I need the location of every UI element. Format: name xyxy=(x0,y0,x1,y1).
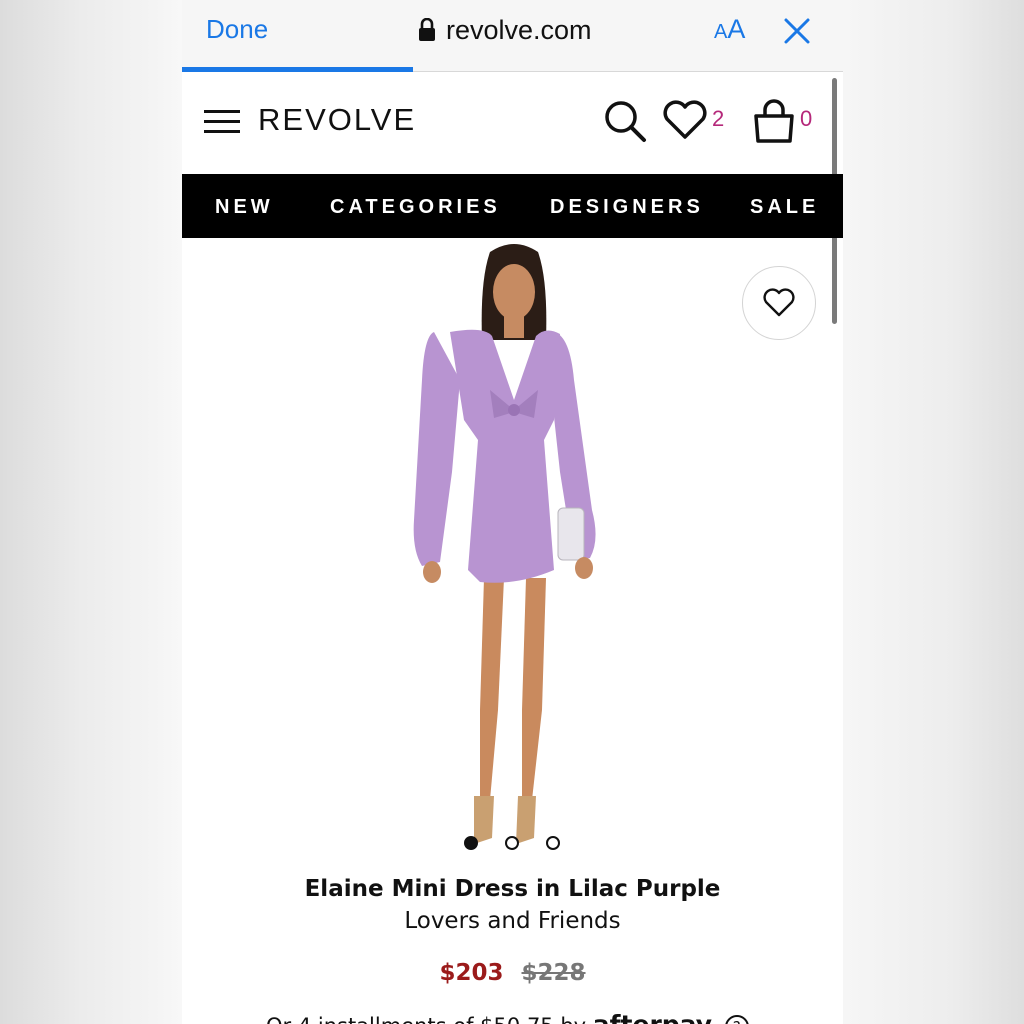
dress-body xyxy=(450,329,560,583)
product-brand-link[interactable]: Lovers and Friends xyxy=(182,908,843,934)
dress-sleeve-left xyxy=(413,332,460,566)
wishlist-count-badge: 2 xyxy=(712,106,725,131)
price-row: $203 $228 xyxy=(182,960,843,986)
image-carousel-dots xyxy=(464,836,560,850)
afterpay-installments: Or 4 installments of $50.75 by afterpay … xyxy=(266,1010,749,1024)
browser-bar: Done revolve.com AA xyxy=(182,0,843,72)
product-image[interactable] xyxy=(394,240,634,860)
url-text: revolve.com xyxy=(446,14,592,45)
nav-item-sale[interactable]: SALE xyxy=(750,196,819,219)
nav-item-categories[interactable]: CATEGORIES xyxy=(330,196,501,219)
category-nav: NEW CATEGORIES DESIGNERS SALE xyxy=(182,174,843,238)
text-size-small-glyph: A xyxy=(714,21,728,43)
shopping-bag-icon[interactable] xyxy=(752,98,796,144)
carousel-dot[interactable] xyxy=(546,836,560,850)
text-size-button[interactable]: AA xyxy=(714,14,745,45)
nav-item-designers[interactable]: DESIGNERS xyxy=(550,196,704,219)
help-icon[interactable]: ? xyxy=(724,1015,749,1024)
installments-text: Or 4 installments of $50.75 by xyxy=(266,1014,586,1024)
address-bar[interactable]: revolve.com xyxy=(418,12,592,48)
lock-icon xyxy=(419,18,435,41)
carousel-dot[interactable] xyxy=(505,836,519,850)
site-header: REVOLVE 2 0 xyxy=(182,72,843,174)
close-icon[interactable] xyxy=(782,16,812,46)
nav-item-new[interactable]: NEW xyxy=(215,196,274,219)
product-title: Elaine Mini Dress in Lilac Purple xyxy=(304,876,721,902)
site-logo[interactable]: REVOLVE xyxy=(258,102,416,138)
search-icon[interactable] xyxy=(602,98,648,144)
done-button[interactable]: Done xyxy=(206,14,268,45)
sale-price: $203 xyxy=(439,960,504,986)
phone-screen: Done revolve.com AA REVOLVE 2 0 NEW CATE… xyxy=(182,0,843,1024)
text-size-big-glyph: A xyxy=(727,14,746,44)
heart-icon xyxy=(763,288,795,317)
bag-count-badge: 0 xyxy=(800,106,813,131)
add-to-favorites-button[interactable] xyxy=(742,266,816,340)
background-right xyxy=(843,0,1024,1024)
wishlist-heart-icon[interactable] xyxy=(662,100,708,140)
afterpay-logo: afterpay xyxy=(593,1010,712,1024)
hamburger-menu-icon[interactable] xyxy=(204,110,240,136)
carousel-dot[interactable] xyxy=(464,836,478,850)
original-price: $228 xyxy=(521,960,586,986)
